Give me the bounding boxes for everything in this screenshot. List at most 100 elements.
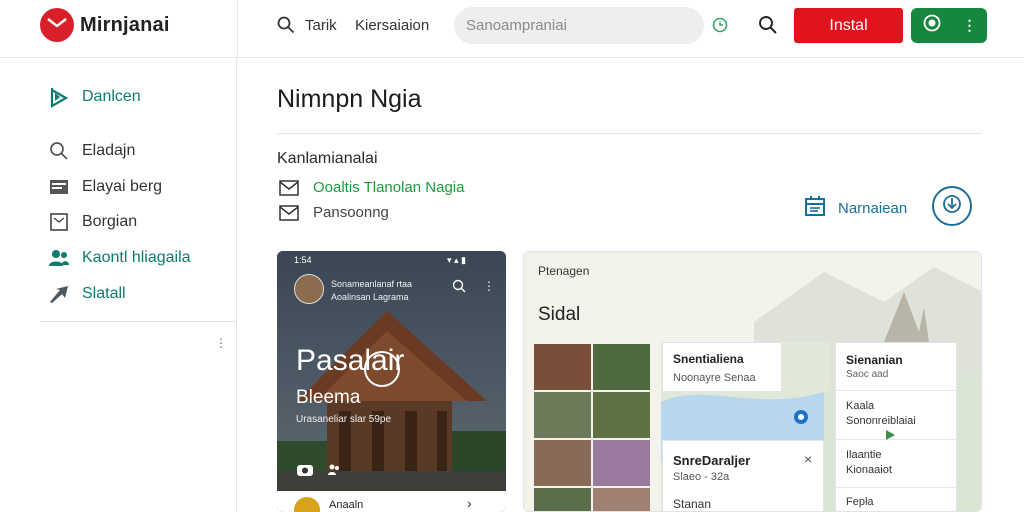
sidebar-item-slatall[interactable]: Slatall: [48, 283, 126, 305]
refresh-icon[interactable]: [711, 16, 729, 39]
install-button[interactable]: Instal: [794, 8, 903, 43]
thumbnail[interactable]: [534, 488, 591, 511]
send-icon: [48, 283, 70, 305]
detail-card-title: SnreDaraljer: [673, 453, 751, 468]
phone-caption: Urasaneliar slar 59pe: [296, 414, 392, 425]
sidebar-more-icon[interactable]: ⋮: [215, 336, 227, 350]
sidebar-divider: [40, 321, 237, 322]
avatar[interactable]: [294, 274, 324, 304]
results-card-title: Sienanian: [846, 353, 903, 367]
magnifier-icon[interactable]: [758, 15, 778, 40]
nav-link-kiersaiaion[interactable]: Kiersaiaion: [355, 17, 429, 34]
image-icon: [48, 176, 70, 198]
section-label: Kanlamianalai: [277, 150, 378, 167]
avatar[interactable]: [294, 497, 320, 512]
location-pin-icon[interactable]: [792, 408, 810, 433]
result-row-a: Kaala: [846, 400, 875, 412]
thumbnail[interactable]: [593, 440, 650, 486]
top-bar: Mirnjanai Tarik Kiersaiaion Instal ⋮: [0, 0, 1024, 58]
search-icon[interactable]: [277, 16, 295, 39]
result-row-b: Sononreiblaiai: [846, 415, 916, 427]
sidebar-item-label: Danlcen: [82, 88, 141, 105]
brand[interactable]: Mirnjanai: [40, 8, 170, 42]
signal-icon: ▾ ▴ ▮: [447, 255, 466, 265]
divider: [836, 487, 956, 488]
thumbnail[interactable]: [534, 392, 591, 438]
detail-card-sub: Slaeo - 32a: [673, 471, 730, 483]
sidebar-item-borgian[interactable]: Borgian: [48, 211, 137, 233]
sidebar-item-danlcen[interactable]: Danlcen: [48, 86, 141, 108]
divider: [836, 439, 956, 440]
sidebar-item-label: Borgian: [82, 213, 138, 230]
thumbnail[interactable]: [534, 440, 591, 486]
result-row-a: Fepla: [846, 496, 874, 508]
camera-icon[interactable]: [296, 463, 314, 482]
more-dots-icon: ⋮: [962, 17, 977, 33]
map-label: Ptenagen: [538, 264, 590, 278]
map-panel[interactable]: Ptenagen Sidal Snentialiena Noonayre Sen…: [523, 251, 982, 512]
phone-preview[interactable]: 1:54 ▾ ▴ ▮ Sonameanlanaf rtaa Aoalinsan …: [277, 251, 506, 512]
thumbnail[interactable]: [593, 488, 650, 511]
mail-icon: [279, 204, 299, 221]
people-icon[interactable]: [327, 463, 341, 482]
sidebar: Danlcen Eladajn Elayai berg Borgian Kaon…: [0, 58, 237, 512]
sidebar-item-eladajn[interactable]: Eladajn: [48, 140, 135, 162]
sidebar-item-label: Slatall: [82, 285, 126, 302]
page-title: Nimnpn Ngia: [277, 85, 422, 113]
divider: [277, 133, 982, 134]
option-row[interactable]: Pansoonng: [279, 204, 389, 221]
search-box[interactable]: [454, 7, 704, 44]
option-row[interactable]: Ooaltis Tlanolan Nagia: [279, 179, 464, 196]
calendar-link[interactable]: Narnaiean: [804, 195, 907, 221]
detail-card[interactable]: SnreDaraljer × Slaeo - 32a Stanan: [662, 440, 824, 511]
phone-subtitle: Bleema: [296, 387, 361, 408]
more-dots-icon[interactable]: ⋮: [483, 279, 495, 293]
results-card[interactable]: Sienanian Saoc aad Kaala Sononreiblaiai …: [835, 342, 957, 511]
inbox-icon: [48, 211, 70, 233]
target-icon: [922, 13, 942, 38]
people-icon: [48, 247, 70, 269]
sidebar-item-elayai-berg[interactable]: Elayai berg: [48, 176, 162, 198]
sidebar-item-label: Kaontl hliagaila: [82, 249, 191, 266]
account-name: Sonameanlanaf rtaa: [331, 279, 413, 289]
status-time: 1:54: [294, 255, 312, 265]
chevron-right-icon[interactable]: ›: [467, 495, 472, 511]
map-title: Sidal: [538, 304, 581, 325]
place-card-sub: Noonayre Senaa: [673, 372, 756, 384]
account-info: Sonameanlanaf rtaa Aoalinsan Lagrama: [331, 278, 412, 304]
search-input[interactable]: [454, 7, 704, 44]
map-marker-icon[interactable]: [884, 428, 896, 446]
close-icon[interactable]: ×: [804, 451, 812, 467]
mail-icon: [279, 179, 299, 196]
result-row-b: Kionaaiot: [846, 464, 892, 476]
nav-link-tarik[interactable]: Tarik: [305, 17, 337, 34]
divider: [836, 390, 956, 391]
search-icon[interactable]: [452, 279, 466, 298]
place-card[interactable]: Snentialiena Noonayre Senaa: [662, 342, 782, 392]
search-icon: [48, 140, 70, 162]
sidebar-item-label: Elayai berg: [82, 178, 163, 195]
detail-card-foot: Stanan: [673, 497, 712, 511]
results-card-sub: Saoc aad: [846, 369, 889, 380]
divider: [237, 0, 238, 58]
download-icon: [940, 192, 964, 221]
brand-name: Mirnjanai: [80, 13, 170, 36]
sidebar-item-label: Eladajn: [82, 142, 136, 159]
phone-footer: Anaaln ›: [277, 491, 506, 512]
calendar-icon: [804, 195, 826, 221]
mail-logo-icon: [40, 8, 74, 42]
calendar-link-label: Narnaiean: [838, 199, 908, 217]
place-card-title: Snentialiena: [673, 352, 744, 366]
status-toggle-button[interactable]: ⋮: [911, 8, 987, 43]
bookmark-icon: [48, 86, 70, 108]
phone-title: Pasalair: [296, 344, 405, 377]
option-label: Pansoonng: [313, 204, 389, 221]
sidebar-item-kaontl[interactable]: Kaontl hliagaila: [48, 247, 191, 269]
option-label: Ooaltis Tlanolan Nagia: [313, 179, 465, 196]
thumbnail[interactable]: [593, 344, 650, 390]
app-root: Mirnjanai Tarik Kiersaiaion Instal ⋮: [0, 0, 1024, 512]
result-row-a: Ilaantie: [846, 449, 882, 461]
thumbnail[interactable]: [593, 392, 650, 438]
download-button[interactable]: [932, 186, 972, 226]
thumbnail[interactable]: [534, 344, 591, 390]
